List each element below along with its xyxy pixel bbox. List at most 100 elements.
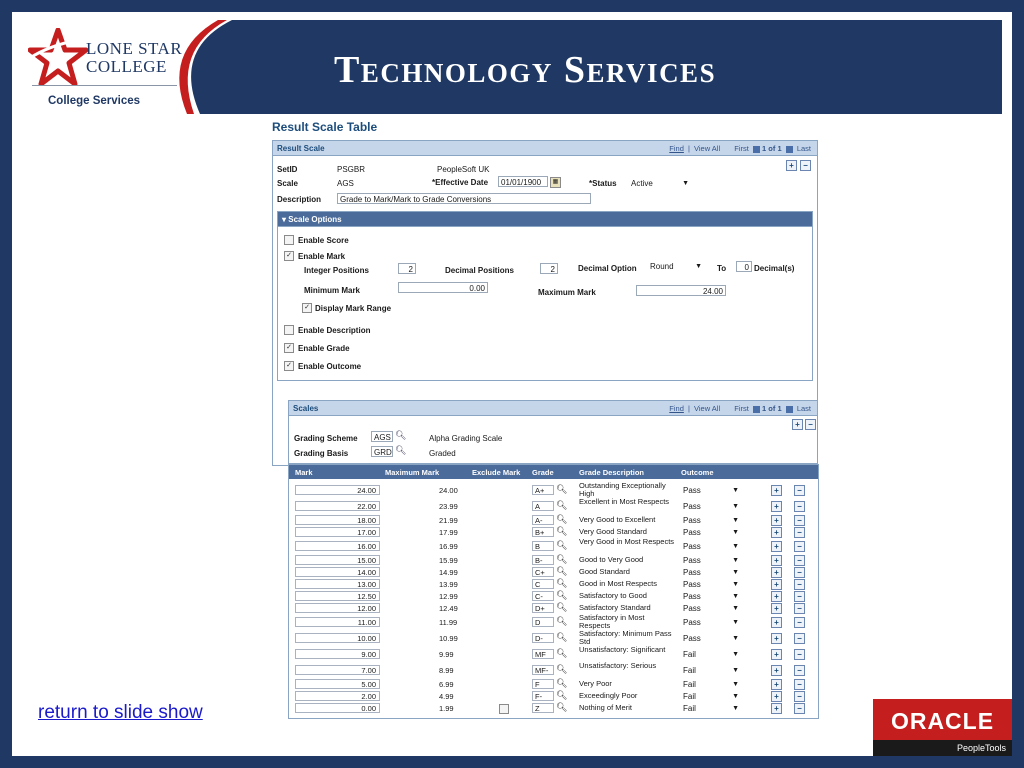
- grade-field[interactable]: B+: [532, 527, 554, 537]
- lookup-icon[interactable]: 🔍︎: [556, 632, 567, 643]
- outcome-select[interactable]: Pass ▼: [681, 579, 741, 590]
- mark-field[interactable]: 5.00: [295, 679, 380, 689]
- first-link[interactable]: First: [734, 404, 749, 413]
- outcome-select[interactable]: Fail ▼: [681, 691, 741, 702]
- outcome-select[interactable]: Pass ▼: [681, 501, 741, 512]
- find-link[interactable]: Find: [669, 404, 684, 413]
- delete-row-icon[interactable]: −: [794, 515, 805, 526]
- lookup-icon[interactable]: 🔍︎: [556, 690, 567, 701]
- enable-outcome-checkbox[interactable]: ✓: [284, 361, 294, 371]
- first-arrow-icon[interactable]: [752, 145, 760, 153]
- effective-date-field[interactable]: 01/01/1900: [498, 176, 548, 187]
- delete-row-icon[interactable]: −: [794, 649, 805, 660]
- outcome-select[interactable]: Fail ▼: [681, 703, 741, 714]
- maximum-mark-field[interactable]: 24.00: [636, 285, 726, 296]
- add-row-icon[interactable]: +: [771, 485, 782, 496]
- lookup-icon[interactable]: 🔍︎: [556, 514, 567, 525]
- grade-field[interactable]: D: [532, 617, 554, 627]
- grade-field[interactable]: C: [532, 579, 554, 589]
- last-link[interactable]: Last: [797, 144, 811, 153]
- view-all-link[interactable]: View All: [694, 144, 720, 153]
- mark-field[interactable]: 0.00: [295, 703, 380, 713]
- delete-row-icon[interactable]: −: [800, 160, 811, 171]
- lookup-icon[interactable]: 🔍︎: [556, 678, 567, 689]
- find-link[interactable]: Find: [669, 144, 684, 153]
- lookup-icon[interactable]: 🔍︎: [395, 445, 406, 456]
- lookup-icon[interactable]: 🔍︎: [556, 664, 567, 675]
- enable-mark-checkbox[interactable]: ✓: [284, 251, 294, 261]
- mark-field[interactable]: 18.00: [295, 515, 380, 525]
- add-row-icon[interactable]: +: [771, 665, 782, 676]
- description-field[interactable]: Grade to Mark/Mark to Grade Conversions: [337, 193, 591, 204]
- integer-positions-field[interactable]: 2: [398, 263, 416, 274]
- return-to-slide-show-link[interactable]: return to slide show: [38, 702, 203, 724]
- delete-row-icon[interactable]: −: [805, 419, 816, 430]
- grade-field[interactable]: Z: [532, 703, 554, 713]
- outcome-select[interactable]: Pass ▼: [681, 555, 741, 566]
- add-row-icon[interactable]: +: [771, 679, 782, 690]
- add-row-icon[interactable]: +: [771, 591, 782, 602]
- lookup-icon[interactable]: 🔍︎: [556, 590, 567, 601]
- lookup-icon[interactable]: 🔍︎: [556, 484, 567, 495]
- outcome-select[interactable]: Fail ▼: [681, 679, 741, 690]
- delete-row-icon[interactable]: −: [794, 527, 805, 538]
- add-row-icon[interactable]: +: [771, 555, 782, 566]
- lookup-icon[interactable]: 🔍︎: [556, 616, 567, 627]
- outcome-select[interactable]: Pass ▼: [681, 567, 741, 578]
- add-row-icon[interactable]: +: [771, 633, 782, 644]
- lookup-icon[interactable]: 🔍︎: [556, 526, 567, 537]
- delete-row-icon[interactable]: −: [794, 617, 805, 628]
- delete-row-icon[interactable]: −: [794, 555, 805, 566]
- delete-row-icon[interactable]: −: [794, 603, 805, 614]
- delete-row-icon[interactable]: −: [794, 579, 805, 590]
- add-row-icon[interactable]: +: [771, 527, 782, 538]
- to-field[interactable]: 0: [736, 261, 752, 272]
- grade-field[interactable]: C+: [532, 567, 554, 577]
- last-arrow-icon[interactable]: [785, 145, 793, 153]
- outcome-select[interactable]: Pass ▼: [681, 617, 741, 628]
- lookup-icon[interactable]: 🔍︎: [556, 702, 567, 713]
- enable-grade-checkbox[interactable]: ✓: [284, 343, 294, 353]
- delete-row-icon[interactable]: −: [794, 591, 805, 602]
- outcome-select[interactable]: Pass ▼: [681, 633, 741, 644]
- grade-field[interactable]: D+: [532, 603, 554, 613]
- mark-field[interactable]: 12.00: [295, 603, 380, 613]
- display-mark-range-checkbox[interactable]: ✓: [302, 303, 312, 313]
- grade-field[interactable]: D-: [532, 633, 554, 643]
- outcome-select[interactable]: Pass ▼: [681, 603, 741, 614]
- add-row-icon[interactable]: +: [771, 515, 782, 526]
- add-row-icon[interactable]: +: [771, 691, 782, 702]
- lookup-icon[interactable]: 🔍︎: [556, 500, 567, 511]
- add-row-icon[interactable]: +: [771, 567, 782, 578]
- grade-field[interactable]: B: [532, 541, 554, 551]
- outcome-select[interactable]: Fail ▼: [681, 649, 741, 660]
- grade-field[interactable]: A: [532, 501, 554, 511]
- lookup-icon[interactable]: 🔍︎: [556, 540, 567, 551]
- outcome-select[interactable]: Pass ▼: [681, 591, 741, 602]
- grade-field[interactable]: B-: [532, 555, 554, 565]
- add-row-icon[interactable]: +: [771, 703, 782, 714]
- view-all-link[interactable]: View All: [694, 404, 720, 413]
- delete-row-icon[interactable]: −: [794, 633, 805, 644]
- mark-field[interactable]: 14.00: [295, 567, 380, 577]
- first-link[interactable]: First: [734, 144, 749, 153]
- last-arrow-icon[interactable]: [785, 405, 793, 413]
- delete-row-icon[interactable]: −: [794, 567, 805, 578]
- mark-field[interactable]: 15.00: [295, 555, 380, 565]
- enable-score-checkbox[interactable]: [284, 235, 294, 245]
- grade-field[interactable]: F-: [532, 691, 554, 701]
- grade-field[interactable]: MF: [532, 649, 554, 659]
- first-arrow-icon[interactable]: [752, 405, 760, 413]
- last-link[interactable]: Last: [797, 404, 811, 413]
- grade-field[interactable]: MF-: [532, 665, 554, 675]
- mark-field[interactable]: 24.00: [295, 485, 380, 495]
- mark-field[interactable]: 22.00: [295, 501, 380, 511]
- add-row-icon[interactable]: +: [771, 579, 782, 590]
- lookup-icon[interactable]: 🔍︎: [395, 430, 406, 441]
- outcome-select[interactable]: Pass ▼: [681, 541, 741, 552]
- status-select[interactable]: Active ▼: [629, 178, 691, 189]
- grading-basis-field[interactable]: GRD: [371, 446, 393, 457]
- mark-field[interactable]: 2.00: [295, 691, 380, 701]
- delete-row-icon[interactable]: −: [794, 679, 805, 690]
- mark-field[interactable]: 17.00: [295, 527, 380, 537]
